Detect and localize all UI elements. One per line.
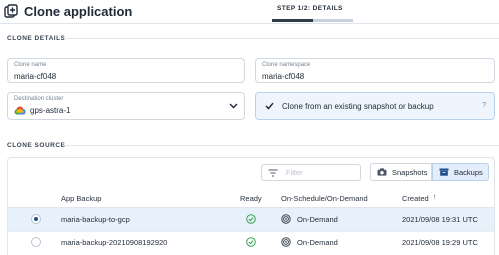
row-select-radio[interactable] bbox=[31, 214, 41, 224]
sort-ascending-icon[interactable]: ↑ bbox=[433, 194, 437, 201]
table-row[interactable]: maria-backup-to-gcp On-Demand 2021/09/08… bbox=[8, 208, 494, 231]
filter-input[interactable]: Filter bbox=[261, 164, 361, 181]
page-title: Clone application bbox=[24, 4, 133, 19]
table-row[interactable]: maria-backup-20210908192920 On-Demand 20… bbox=[8, 231, 494, 254]
camera-icon bbox=[377, 168, 387, 176]
clone-details-heading: CLONE DETAILS bbox=[7, 35, 66, 42]
gcp-cloud-icon bbox=[14, 106, 26, 115]
section-divider bbox=[64, 145, 499, 146]
destination-cluster-select[interactable]: Destination cluster gps-astra-1 bbox=[7, 92, 245, 120]
step-progress-bar bbox=[272, 19, 353, 22]
backup-name: maria-backup-to-gcp bbox=[61, 215, 130, 224]
row-select-radio[interactable] bbox=[31, 237, 41, 247]
clone-namespace-value[interactable]: maria-cf048 bbox=[262, 72, 304, 81]
backups-label: Backups bbox=[454, 168, 483, 177]
on-demand-icon bbox=[281, 237, 291, 247]
column-header-app-backup[interactable]: App Backup bbox=[61, 194, 101, 203]
clone-namespace-field[interactable]: Clone namespace maria-cf048 bbox=[255, 58, 495, 83]
column-header-schedule[interactable]: On-Schedule/On-Demand bbox=[281, 194, 368, 203]
column-header-created[interactable]: Created bbox=[402, 194, 429, 203]
clone-from-snapshot-label: Clone from an existing snapshot or backu… bbox=[282, 102, 434, 111]
chevron-down-icon[interactable] bbox=[229, 103, 238, 109]
clone-namespace-label: Clone namespace bbox=[262, 62, 311, 68]
column-header-ready[interactable]: Ready bbox=[240, 194, 262, 203]
clone-app-icon bbox=[4, 4, 18, 18]
filter-icon bbox=[268, 169, 278, 177]
section-divider bbox=[64, 38, 499, 39]
clone-from-snapshot-option[interactable]: Clone from an existing snapshot or backu… bbox=[255, 92, 495, 120]
backups-toggle-button[interactable]: Backups bbox=[432, 163, 489, 181]
clone-name-label: Clone name bbox=[14, 62, 47, 68]
filter-placeholder: Filter bbox=[286, 168, 303, 177]
clone-name-field[interactable]: Clone name maria-cf048 bbox=[7, 58, 245, 83]
header-divider bbox=[0, 23, 499, 24]
snapshots-toggle-button[interactable]: Snapshots bbox=[370, 163, 432, 181]
snapshots-label: Snapshots bbox=[392, 168, 428, 177]
backup-name: maria-backup-20210908192920 bbox=[61, 238, 168, 247]
backup-archive-icon bbox=[439, 168, 449, 176]
schedule-type: On-Demand bbox=[297, 215, 338, 224]
step-progress-fill bbox=[272, 19, 313, 22]
ready-check-icon bbox=[246, 237, 256, 247]
step-indicator: STEP 1/2: DETAILS bbox=[277, 5, 343, 12]
created-timestamp: 2021/09/08 19:31 UTC bbox=[402, 215, 478, 224]
checkmark-icon[interactable] bbox=[265, 102, 274, 110]
ready-check-icon bbox=[246, 214, 256, 224]
created-timestamp: 2021/09/08 19:29 UTC bbox=[402, 238, 478, 247]
schedule-type: On-Demand bbox=[297, 238, 338, 247]
destination-cluster-label: Destination cluster bbox=[14, 96, 64, 102]
on-demand-icon bbox=[281, 214, 291, 224]
clone-source-heading: CLONE SOURCE bbox=[7, 142, 66, 149]
destination-cluster-value: gps-astra-1 bbox=[30, 106, 71, 115]
clone-name-value[interactable]: maria-cf048 bbox=[14, 72, 56, 81]
help-icon[interactable]: ? bbox=[482, 102, 486, 109]
